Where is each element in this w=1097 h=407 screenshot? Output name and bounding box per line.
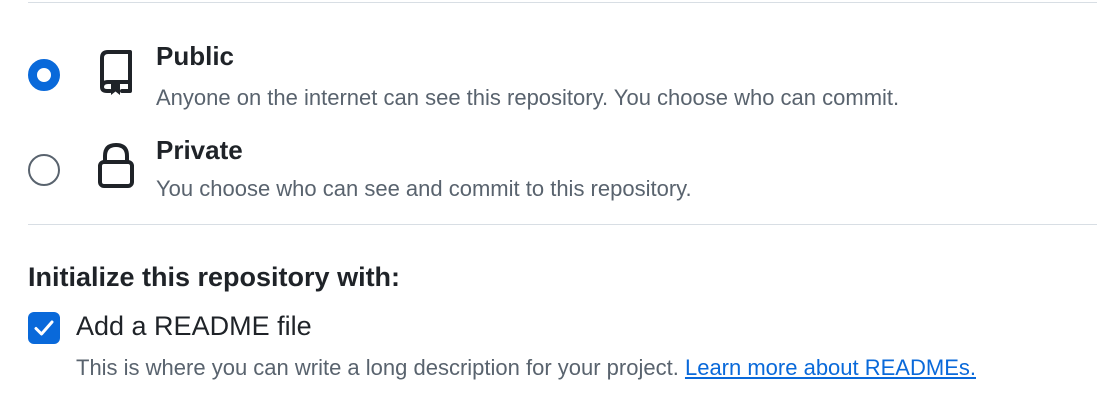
- learn-more-readmes-link[interactable]: Learn more about READMEs.: [685, 355, 976, 380]
- public-option-description: Anyone on the internet can see this repo…: [156, 85, 900, 110]
- readme-description: This is where you can write a long descr…: [76, 355, 976, 381]
- initialize-heading: Initialize this repository with:: [28, 262, 401, 292]
- private-option-description: You choose who can see and commit to thi…: [156, 176, 692, 201]
- visibility-option-private[interactable]: Private You choose who can see and commi…: [0, 122, 1097, 212]
- checkmark-icon: [34, 320, 54, 336]
- section-divider: [28, 224, 1097, 225]
- readme-checkbox-label[interactable]: Add a README file: [76, 311, 312, 342]
- readme-checkbox[interactable]: [28, 312, 60, 344]
- repository-settings-panel: Public Anyone on the internet can see th…: [0, 0, 1097, 407]
- visibility-option-public[interactable]: Public Anyone on the internet can see th…: [0, 28, 1097, 118]
- public-option-title: Public: [156, 41, 235, 71]
- private-option-title: Private: [156, 135, 243, 165]
- public-radio-button[interactable]: [28, 59, 60, 91]
- top-divider: [28, 2, 1097, 3]
- readme-description-text: This is where you can write a long descr…: [76, 355, 679, 380]
- repo-icon: [94, 48, 138, 96]
- lock-icon: [94, 142, 138, 190]
- private-radio-button[interactable]: [28, 154, 60, 186]
